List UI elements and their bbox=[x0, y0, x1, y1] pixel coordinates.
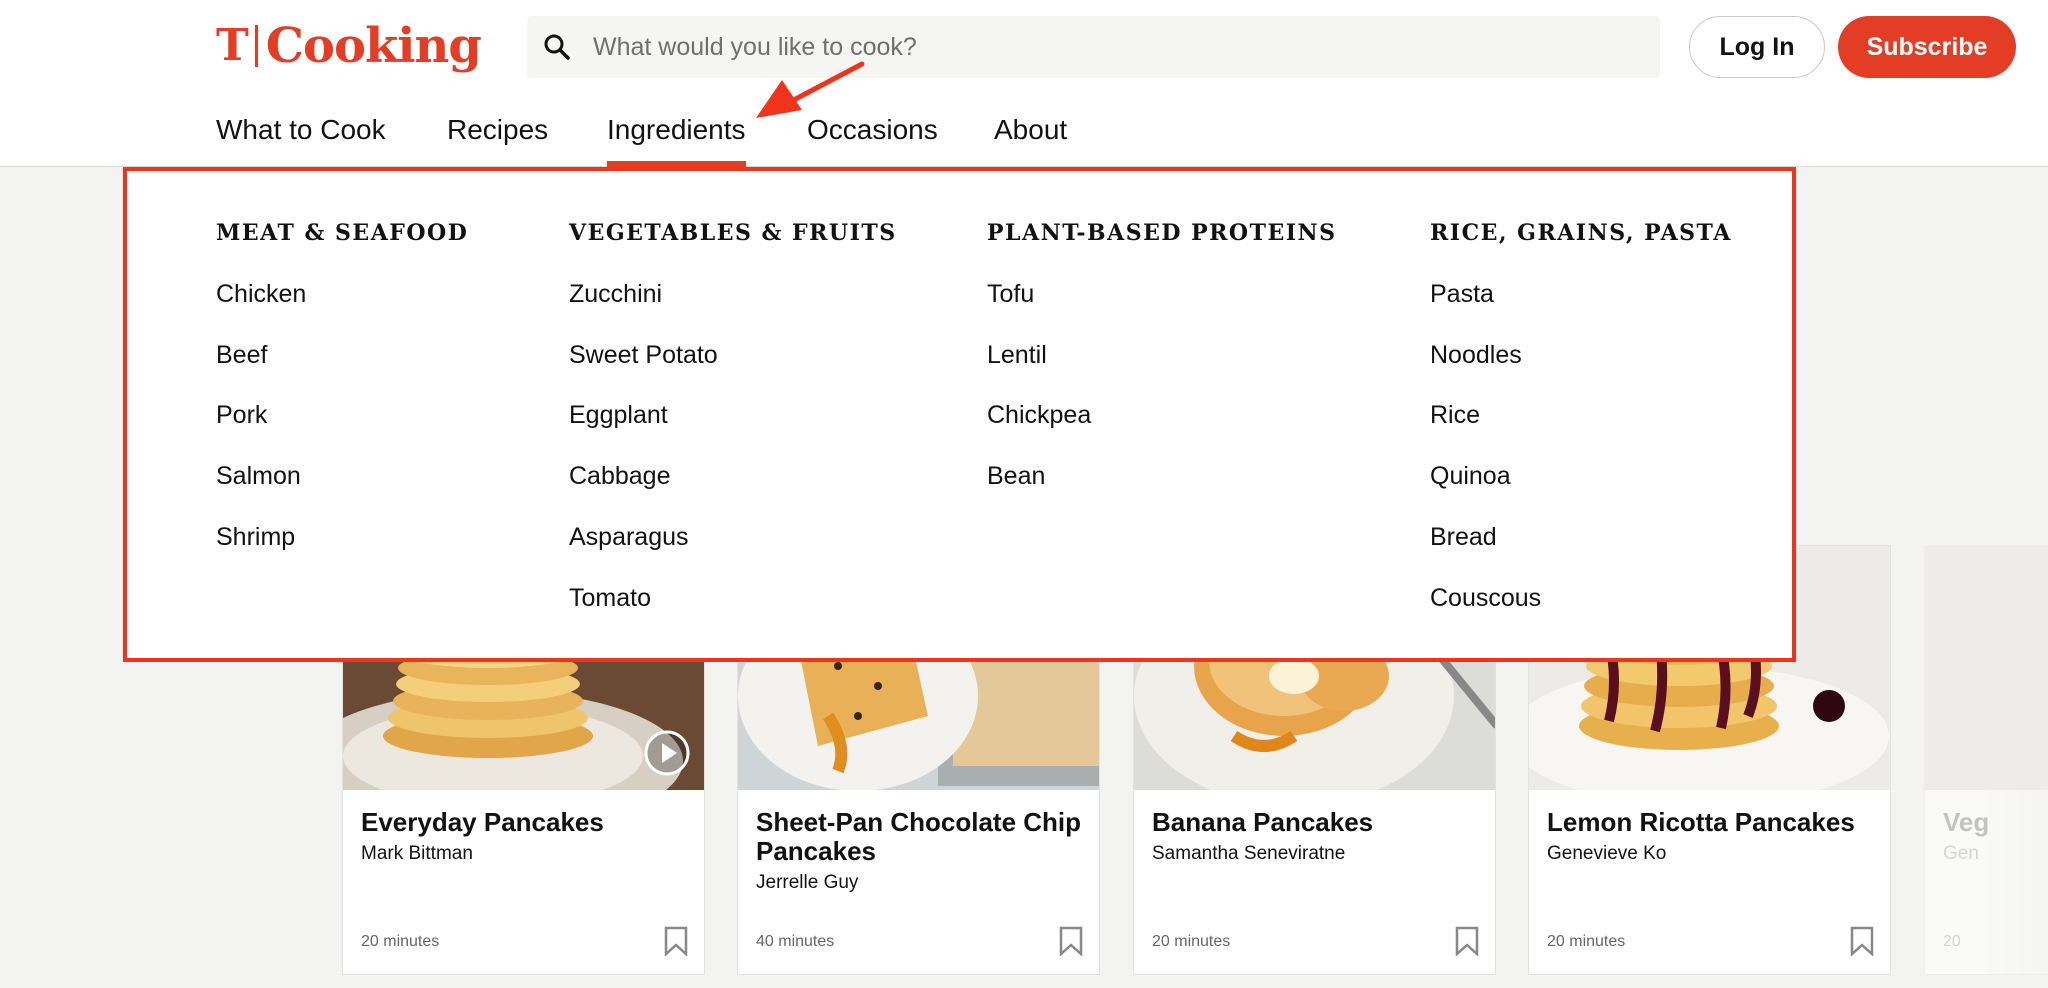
nyt-cooking-logo[interactable]: T Cooking bbox=[216, 18, 482, 74]
ingredient-link[interactable]: Couscous bbox=[1430, 583, 1541, 613]
ingredient-link[interactable]: Tomato bbox=[569, 583, 651, 613]
ingredient-link[interactable]: Bread bbox=[1430, 522, 1497, 552]
recipe-card-partial[interactable]: Veg Gen 20 bbox=[1924, 545, 2048, 975]
log-in-button[interactable]: Log In bbox=[1689, 16, 1825, 78]
nav-about[interactable]: About bbox=[994, 110, 1067, 167]
ingredient-link[interactable]: Chickpea bbox=[987, 400, 1091, 430]
bookmark-icon[interactable] bbox=[1455, 926, 1479, 956]
bookmark-icon[interactable] bbox=[1850, 926, 1874, 956]
recipe-title[interactable]: Lemon Ricotta Pancakes bbox=[1547, 808, 1877, 837]
annotation-arrow-icon bbox=[756, 61, 865, 118]
play-video-icon[interactable] bbox=[644, 730, 690, 776]
column-heading: VEGETABLES & FRUITS bbox=[569, 220, 897, 246]
nav-what-to-cook[interactable]: What to Cook bbox=[216, 110, 386, 167]
ingredient-link[interactable]: Noodles bbox=[1430, 340, 1522, 370]
ingredients-dropdown: MEAT & SEAFOOD Chicken Beef Pork Salmon … bbox=[123, 167, 1796, 662]
search-icon[interactable] bbox=[543, 33, 571, 61]
recipe-time: 20 minutes bbox=[1547, 933, 1626, 950]
column-heading: RICE, GRAINS, PASTA bbox=[1430, 220, 1732, 246]
recipe-time: 20 minutes bbox=[1152, 933, 1231, 950]
recipe-title[interactable]: Everyday Pancakes bbox=[361, 808, 691, 837]
search-bar[interactable] bbox=[527, 16, 1660, 78]
recipe-author[interactable]: Gen bbox=[1943, 842, 1979, 866]
site-header: T Cooking Log In Subscribe What to Cook … bbox=[0, 0, 2048, 167]
logo-wordmark: Cooking bbox=[265, 18, 482, 74]
bookmark-icon[interactable] bbox=[1059, 926, 1083, 956]
nav-ingredients[interactable]: Ingredients bbox=[607, 110, 746, 167]
subscribe-button[interactable]: Subscribe bbox=[1838, 16, 2016, 78]
column-heading: PLANT-BASED PROTEINS bbox=[987, 220, 1337, 246]
column-heading: MEAT & SEAFOOD bbox=[216, 220, 469, 246]
nav-recipes[interactable]: Recipes bbox=[447, 110, 548, 167]
ingredient-link[interactable]: Quinoa bbox=[1430, 461, 1511, 491]
ingredient-link[interactable]: Eggplant bbox=[569, 400, 668, 430]
recipe-author[interactable]: Samantha Seneviratne bbox=[1152, 842, 1345, 866]
ingredient-link[interactable]: Cabbage bbox=[569, 461, 670, 491]
search-input[interactable] bbox=[593, 26, 1643, 68]
ingredient-link[interactable]: Lentil bbox=[987, 340, 1047, 370]
ingredient-link[interactable]: Sweet Potato bbox=[569, 340, 718, 370]
bookmark-icon[interactable] bbox=[664, 926, 688, 956]
ingredient-link[interactable]: Chicken bbox=[216, 279, 306, 309]
ingredient-link[interactable]: Pasta bbox=[1430, 279, 1494, 309]
recipe-photo bbox=[1925, 546, 2048, 790]
recipe-author[interactable]: Genevieve Ko bbox=[1547, 842, 1666, 866]
recipe-title[interactable]: Veg bbox=[1943, 808, 2048, 837]
ingredient-link[interactable]: Shrimp bbox=[216, 522, 295, 552]
recipe-time: 40 minutes bbox=[756, 933, 835, 950]
ingredient-link[interactable]: Zucchini bbox=[569, 279, 662, 309]
recipe-author[interactable]: Jerrelle Guy bbox=[756, 871, 858, 895]
ingredient-link[interactable]: Bean bbox=[987, 461, 1045, 491]
ingredient-link[interactable]: Rice bbox=[1430, 400, 1480, 430]
recipe-title[interactable]: Banana Pancakes bbox=[1152, 808, 1482, 837]
recipe-author[interactable]: Mark Bittman bbox=[361, 842, 473, 866]
nyt-logo-mark: T bbox=[216, 20, 249, 71]
recipe-title[interactable]: Sheet-Pan Chocolate Chip Pancakes bbox=[756, 808, 1086, 866]
logo-divider bbox=[254, 25, 258, 67]
recipe-time: 20 minutes bbox=[361, 933, 440, 950]
ingredient-link[interactable]: Pork bbox=[216, 400, 267, 430]
ingredient-link[interactable]: Asparagus bbox=[569, 522, 689, 552]
ingredient-link[interactable]: Beef bbox=[216, 340, 267, 370]
ingredient-link[interactable]: Salmon bbox=[216, 461, 301, 491]
recipe-time: 20 bbox=[1943, 933, 1961, 950]
ingredient-link[interactable]: Tofu bbox=[987, 279, 1034, 309]
